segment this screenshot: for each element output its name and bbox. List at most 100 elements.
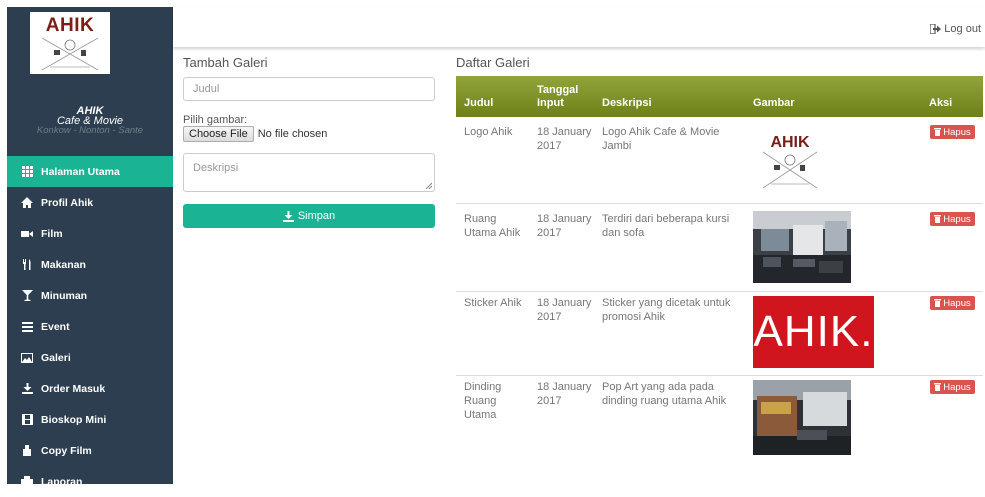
row-judul-2: Utama Ahik (464, 227, 521, 239)
table-row: Dinding Ruang Utama 18 January 2017 Pop Art… (456, 376, 983, 466)
delete-button[interactable]: Hapus (930, 125, 975, 139)
row-judul: Dinding (464, 381, 502, 393)
sidebar: AHIK AHIK Cafe & Movie Konkow - Nonton -… (7, 7, 173, 488)
sidebar-item-order-masuk[interactable]: Order Masuk (7, 373, 173, 404)
judul-placeholder: Judul (193, 83, 220, 95)
wall-photo (753, 380, 851, 455)
table-title: Daftar Galeri (456, 55, 530, 70)
deskripsi-textarea[interactable]: Deskripsi (183, 153, 435, 192)
col-tanggal: Tanggal (537, 84, 579, 96)
row-deskripsi: Pop Art yang ada pada (602, 381, 714, 393)
row-judul: Ruang (464, 213, 497, 225)
file-label: Pilih gambar: (183, 114, 248, 126)
sidebar-item-label: Galeri (41, 351, 71, 364)
file-status: No file chosen (257, 128, 328, 140)
row-deskripsi-2: promosi Ahik (602, 311, 665, 323)
row-deskripsi-2: dinding ruang utama Ahik (602, 395, 727, 407)
col-judul: Judul (464, 97, 494, 109)
sidebar-item-bioskop-mini[interactable]: Bioskop Mini (7, 404, 173, 435)
gallery-thumbnail-room[interactable] (753, 211, 851, 283)
row-tanggal-year: 2017 (537, 395, 562, 407)
sidebar-item-copy-film[interactable]: Copy Film (7, 435, 173, 466)
top-bar: Log out (173, 7, 985, 47)
delete-button[interactable]: Hapus (930, 380, 975, 394)
delete-label: Hapus (943, 297, 971, 309)
brand-block: AHIK Cafe & Movie Konkow - Nonton - Sant… (7, 106, 173, 136)
judul-input[interactable]: Judul (183, 77, 435, 101)
sidebar-item-label: Minuman (41, 289, 88, 302)
delete-button[interactable]: Hapus (930, 296, 975, 310)
sidebar-item-galeri[interactable]: Galeri (7, 342, 173, 373)
brand-tagline: Konkow - Nonton - Sante (36, 125, 144, 136)
table-row: Ruang Utama Ahik 18 January 2017 Terdiri d… (456, 204, 983, 292)
sidebar-item-film[interactable]: Film (7, 218, 173, 249)
sidebar-item-label: Bioskop Mini (41, 413, 107, 426)
sidebar-item-label: Profil Ahik (41, 196, 94, 209)
sticker-text: AHIK. (753, 307, 874, 356)
row-tanggal: 18 January (537, 126, 592, 138)
table-row: Logo Ahik 18 January 2017 Logo Ahik Cafe … (456, 117, 983, 204)
table-row: Sticker Ahik 18 January 2017 Sticker yang… (456, 292, 983, 376)
row-tanggal: 18 January (537, 381, 592, 393)
room-photo (753, 211, 851, 283)
trash-icon (934, 215, 942, 223)
sidebar-item-label: Copy Film (41, 444, 92, 457)
gallery-thumbnail-sticker[interactable]: AHIK. (753, 296, 874, 368)
glass-icon (21, 290, 33, 302)
sidebar-nav: Halaman Utama Profil Ahik Film Makanan M… (7, 156, 173, 497)
sidebar-item-laporan[interactable]: Laporan (7, 466, 173, 497)
delete-label: Hapus (943, 126, 971, 138)
gallery-thumbnail-wall[interactable] (753, 380, 851, 455)
col-input: Input (537, 97, 564, 109)
film-icon (21, 414, 33, 426)
row-deskripsi: Terdiri dari beberapa kursi (602, 213, 730, 225)
video-camera-icon (21, 228, 33, 240)
sidebar-item-label: Halaman Utama (41, 165, 120, 178)
sidebar-item-label: Order Masuk (41, 382, 106, 395)
print-icon (21, 476, 33, 488)
sidebar-logo[interactable]: AHIK (30, 12, 110, 74)
form-title: Tambah Galeri (183, 55, 268, 70)
sidebar-item-profil-ahik[interactable]: Profil Ahik (7, 187, 173, 218)
sidebar-item-label: Laporan (41, 475, 83, 488)
logout-label: Log out (944, 23, 981, 35)
row-judul-3: Utama (464, 409, 497, 421)
delete-label: Hapus (943, 381, 971, 393)
deskripsi-placeholder: Deskripsi (193, 162, 239, 174)
sidebar-item-label: Makanan (41, 258, 86, 271)
delete-label: Hapus (943, 213, 971, 225)
delete-button[interactable]: Hapus (930, 212, 975, 226)
resize-handle-icon[interactable] (425, 182, 432, 189)
row-deskripsi: Logo Ahik Cafe & Movie (602, 126, 720, 138)
usb-icon (21, 445, 33, 457)
logo-cross-icon (41, 37, 99, 71)
row-deskripsi-2: dan sofa (602, 227, 645, 239)
upload-icon (282, 210, 294, 222)
sidebar-item-minuman[interactable]: Minuman (7, 280, 173, 311)
list-icon (21, 321, 33, 333)
trash-icon (934, 383, 942, 391)
row-tanggal: 18 January (537, 297, 592, 309)
save-label: Simpan (297, 210, 336, 222)
trash-icon (934, 299, 942, 307)
sidebar-item-halaman-utama[interactable]: Halaman Utama (7, 156, 173, 187)
choose-file-button[interactable]: Choose File (183, 126, 254, 142)
table-header: Judul Tanggal Input Deskripsi Gambar Aks… (456, 76, 983, 117)
sidebar-item-label: Event (41, 320, 70, 333)
row-tanggal: 18 January (537, 213, 592, 225)
home-icon (21, 197, 33, 209)
grid-icon (21, 166, 33, 178)
col-deskripsi: Deskripsi (602, 97, 652, 109)
logout-link[interactable]: Log out (930, 23, 981, 35)
row-judul: Logo Ahik (464, 126, 513, 138)
sidebar-item-makanan[interactable]: Makanan (7, 249, 173, 280)
col-aksi: Aksi (929, 97, 953, 109)
sidebar-item-event[interactable]: Event (7, 311, 173, 342)
gallery-thumbnail-logo[interactable]: AHIK (753, 124, 827, 195)
file-input: Choose File No file chosen (183, 126, 327, 142)
picture-icon (21, 352, 33, 364)
save-button[interactable]: Simpan (183, 204, 435, 228)
sidebar-item-label: Film (41, 227, 63, 240)
row-judul-2: Ruang (464, 395, 497, 407)
row-tanggal-year: 2017 (537, 311, 562, 323)
